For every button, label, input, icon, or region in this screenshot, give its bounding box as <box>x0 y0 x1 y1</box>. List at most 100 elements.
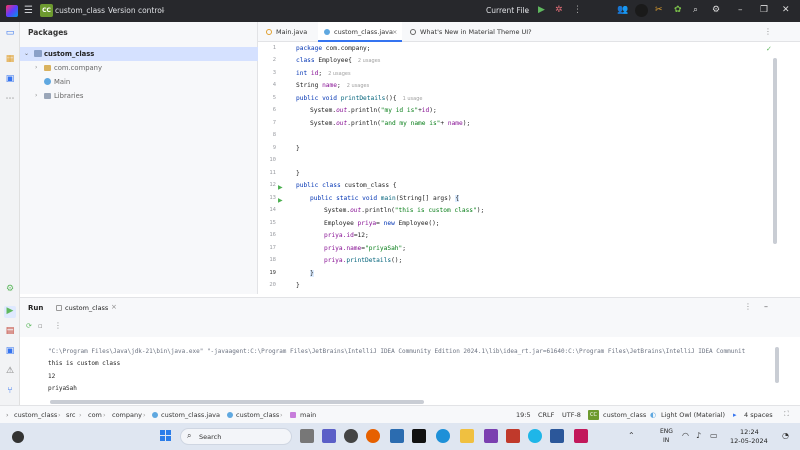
tab-whats-new[interactable]: What's New in Material Theme UI? <box>404 22 544 42</box>
more-icon[interactable]: ⋮ <box>54 321 62 330</box>
task-view-icon[interactable] <box>300 429 314 443</box>
word-icon[interactable] <box>550 429 564 443</box>
app-l-icon[interactable] <box>390 429 404 443</box>
file-explorer-icon[interactable] <box>460 429 474 443</box>
intellij-logo-icon[interactable] <box>6 5 18 17</box>
close-icon[interactable]: ✕ <box>782 5 790 15</box>
plugin-icon[interactable]: ✿ <box>674 5 682 15</box>
breadcrumb-item[interactable]: main <box>300 411 316 419</box>
project-name[interactable]: custom_class <box>603 411 646 419</box>
breadcrumb-item[interactable]: custom_class <box>236 411 279 419</box>
wrench-icon[interactable]: ✂ <box>655 5 663 15</box>
clock-time[interactable]: 12:24 <box>740 428 759 436</box>
hide-panel-icon[interactable]: – <box>764 302 768 311</box>
more-icon[interactable]: ⋮ <box>744 302 752 311</box>
wifi-icon[interactable]: ◠ <box>682 431 689 440</box>
more-icon[interactable]: ⋮ <box>573 5 582 15</box>
more-icon[interactable]: ⋮ <box>764 27 772 36</box>
project-badge[interactable]: CC <box>40 4 53 17</box>
file-encoding[interactable]: UTF-8 <box>562 411 581 419</box>
taskbar-search[interactable]: ⌕ Search <box>180 428 292 445</box>
code-with-me-icon[interactable]: 👥 <box>617 5 628 15</box>
class-icon <box>324 29 330 35</box>
language-indicator[interactable]: ENG <box>660 428 673 435</box>
method-icon <box>290 412 296 418</box>
problems-tool-icon[interactable]: ▤ <box>4 326 16 338</box>
version-control-menu[interactable]: Version control <box>108 6 164 15</box>
tab-main-java[interactable]: Main.java <box>258 22 318 42</box>
structure-tool-icon[interactable]: ▣ <box>4 74 16 86</box>
breadcrumb-item[interactable]: src <box>66 411 76 419</box>
indent-setting[interactable]: 4 spaces <box>744 411 773 419</box>
code-line: } <box>310 270 314 277</box>
weather-widget-icon[interactable] <box>12 431 24 443</box>
breadcrumb-item[interactable]: com <box>88 411 102 419</box>
run-tool-icon[interactable]: ▶ <box>4 306 16 318</box>
project-badge: CC <box>588 410 599 420</box>
run-config-select[interactable]: Current File <box>486 6 529 15</box>
code-line: System.out.println("this is custom class… <box>324 207 485 214</box>
intellij-taskbar-icon[interactable] <box>574 429 588 443</box>
debug-icon[interactable]: ✲ <box>555 5 563 15</box>
tree-item-package[interactable]: › com.company <box>20 61 258 75</box>
chevron-down-icon: ⌄ <box>524 6 530 14</box>
search-placeholder: Search <box>199 433 222 441</box>
bookmarks-tool-icon[interactable]: ▦ <box>4 54 16 66</box>
avatar[interactable] <box>635 4 648 17</box>
problems-icon[interactable]: ⚠ <box>4 366 16 378</box>
console-vertical-scrollbar[interactable] <box>775 347 779 383</box>
caret-position[interactable]: 19:5 <box>516 411 531 419</box>
line-number: 1 <box>272 45 276 51</box>
breadcrumb-item[interactable]: custom_class.java <box>161 411 220 419</box>
line-number: 4 <box>272 82 276 88</box>
breadcrumb-item[interactable]: custom_class <box>14 411 57 419</box>
notification-icon[interactable]: ◔ <box>782 431 789 440</box>
editor-gutter: 1 2 3 4 5 6 7 8 9 10 11 12 13 14 15 16 1… <box>258 42 292 294</box>
run-gutter-icon[interactable]: ▶ <box>278 184 284 191</box>
tree-item-project-root[interactable]: ⌄ custom_class <box>20 47 258 61</box>
inspection-ok-icon[interactable]: ✓ <box>766 45 772 53</box>
app-icon[interactable] <box>344 429 358 443</box>
theme-name[interactable]: Light Owl (Material) <box>661 411 725 419</box>
run-icon[interactable]: ▶ <box>538 5 545 15</box>
run-panel-header: Run custom_class × ⋮ – <box>20 297 800 317</box>
tab-custom-class-java[interactable]: custom_class.java × <box>318 22 402 42</box>
title-bar: ☰ CC custom_class ⌄ Version control ⌄ Cu… <box>0 0 800 22</box>
cortana-icon[interactable] <box>528 429 542 443</box>
editor-scrollbar[interactable] <box>773 58 777 244</box>
console-horizontal-scrollbar[interactable] <box>50 400 424 404</box>
run-config-icon <box>56 305 62 311</box>
project-tool-icon[interactable]: ▭ <box>4 28 16 40</box>
run-gutter-icon[interactable]: ▶ <box>278 197 284 204</box>
tree-item-libraries[interactable]: › Libraries <box>20 89 258 103</box>
search-icon[interactable]: ⌕ <box>693 5 698 15</box>
services-tool-icon[interactable]: ⚙ <box>4 284 16 296</box>
gear-icon[interactable]: ⚙ <box>712 5 720 15</box>
close-icon[interactable]: × <box>392 22 397 42</box>
lock-icon[interactable]: ⛶ <box>784 410 789 419</box>
start-icon[interactable] <box>160 430 172 442</box>
battery-icon[interactable]: ▭ <box>710 431 718 440</box>
teams-icon[interactable] <box>322 429 336 443</box>
edge-icon[interactable] <box>436 429 450 443</box>
stop-icon[interactable]: ▫ <box>38 322 43 330</box>
mcafee-icon[interactable] <box>506 429 520 443</box>
terminal-tool-icon[interactable]: ▣ <box>4 346 16 358</box>
breadcrumb-item[interactable]: company <box>112 411 142 419</box>
firefox-icon[interactable] <box>366 429 380 443</box>
close-icon[interactable]: × <box>111 303 117 311</box>
volume-icon[interactable]: ♪ <box>696 431 701 440</box>
minimize-icon[interactable]: – <box>738 5 743 15</box>
rerun-icon[interactable]: ⟳ <box>26 322 32 330</box>
chevron-up-icon[interactable]: ⌃ <box>628 431 635 440</box>
app-dark-icon[interactable] <box>412 429 426 443</box>
restore-icon[interactable]: ❐ <box>760 5 768 15</box>
tree-item-class[interactable]: Main <box>20 75 258 89</box>
line-separator[interactable]: CRLF <box>538 411 554 419</box>
code-editor[interactable]: package com.company; class Employee{2 us… <box>292 42 780 294</box>
git-tool-icon[interactable]: ⑂ <box>4 386 16 398</box>
more-tools-icon[interactable]: ⋯ <box>4 94 16 106</box>
hamburger-menu-icon[interactable]: ☰ <box>24 5 33 16</box>
mail-icon[interactable] <box>484 429 498 443</box>
run-tab-label[interactable]: custom_class <box>65 304 108 312</box>
